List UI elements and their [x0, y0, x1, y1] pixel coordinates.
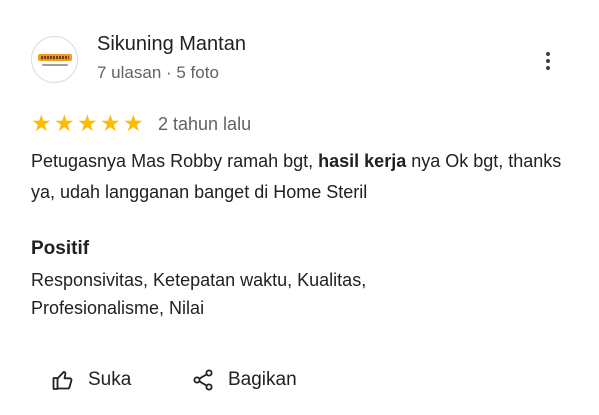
reviewer-name[interactable]: Sikuning Mantan [97, 33, 246, 56]
like-button[interactable]: Suka [50, 364, 131, 396]
positive-attributes: Responsivitas, Ketepatan waktu, Kualitas… [31, 270, 367, 318]
review-text-part: Petugasnya Mas Robby ramah bgt, [31, 151, 319, 171]
star-rating: ★ ★ ★ ★ ★ [31, 110, 146, 137]
more-vertical-icon [546, 52, 550, 56]
star-icon: ★ [54, 110, 75, 137]
review-text-bold: hasil kerja [318, 151, 407, 171]
rating-row: ★ ★ ★ ★ ★ 2 tahun lalu [31, 112, 251, 136]
review-text: Petugasnya Mas Robby ramah bgt, hasil ke… [31, 146, 576, 208]
reviewer-avatar[interactable] [31, 36, 78, 83]
reviewer-meta: 7 ulasan · 5 foto [97, 63, 219, 82]
star-icon: ★ [100, 110, 121, 137]
share-label: Bagikan [228, 369, 297, 390]
share-icon [190, 367, 216, 393]
positive-heading: Positif [31, 238, 90, 259]
review-time: 2 tahun lalu [158, 113, 252, 134]
star-icon: ★ [123, 110, 144, 137]
business-logo-tagline [41, 63, 68, 66]
more-options-button[interactable] [535, 48, 561, 74]
share-button[interactable]: Bagikan [190, 364, 297, 396]
review-card: Sikuning Mantan 7 ulasan · 5 foto ★ ★ ★ … [0, 0, 599, 415]
thumbs-up-icon [50, 367, 76, 393]
business-logo-icon [37, 53, 72, 61]
star-icon: ★ [31, 110, 52, 137]
like-label: Suka [88, 369, 132, 390]
star-icon: ★ [77, 110, 98, 137]
